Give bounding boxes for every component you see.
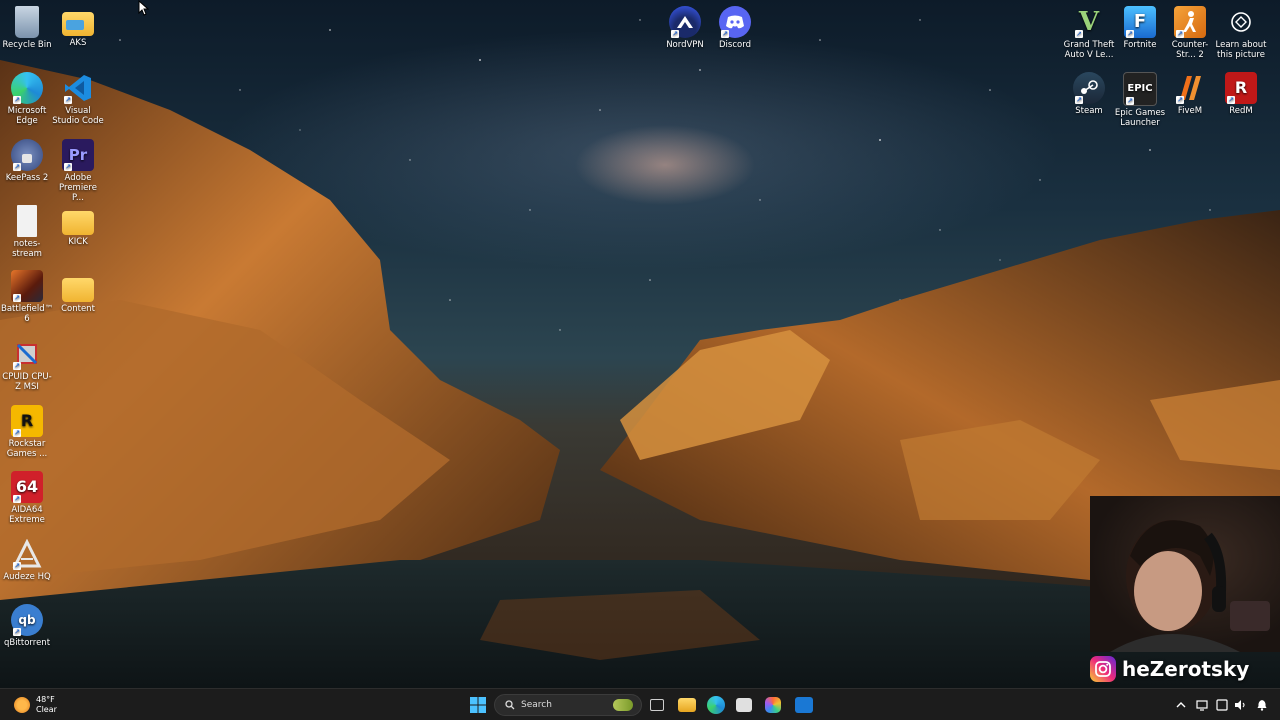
desktop-icon-aida64[interactable]: 64 ↗ AIDA64 Extreme — [1, 471, 53, 525]
desktop-icon-cpuz[interactable]: ↗ CPUID CPU-Z MSI — [1, 338, 53, 392]
tray-network[interactable] — [1196, 695, 1208, 715]
folder-icon — [62, 12, 94, 36]
network-icon — [1196, 700, 1208, 711]
cs2-icon: ↗ — [1174, 6, 1206, 38]
desktop-background: Recycle Bin AKS ↗ Microsoft Edge ↗ Visua… — [0, 0, 1280, 688]
text-file-icon — [17, 205, 37, 237]
keepass-icon: ↗ — [11, 139, 43, 171]
search-highlight-icon — [613, 699, 633, 711]
taskbar-file-explorer[interactable] — [678, 695, 696, 715]
steam-icon: ↗ — [1073, 72, 1105, 104]
streamer-silhouette — [1110, 520, 1270, 652]
taskbar-edge[interactable] — [707, 695, 725, 715]
desktop-icon-counter-strike[interactable]: ↗ Counter-Str... 2 — [1164, 6, 1216, 60]
microsoft-store-icon — [736, 698, 752, 712]
desktop-icon-audeze[interactable]: ↗ Audeze HQ — [1, 538, 53, 582]
desktop-icon-kick[interactable]: KICK — [52, 205, 104, 247]
gta-icon: V ↗ — [1075, 7, 1100, 38]
fivem-icon: ↗ — [1174, 72, 1206, 104]
learn-picture-icon — [1225, 6, 1257, 38]
aida64-icon: 64 ↗ — [11, 471, 43, 503]
fortnite-icon: F ↗ — [1124, 6, 1156, 38]
windows-logo-icon — [470, 697, 486, 713]
instagram-icon — [1090, 656, 1116, 682]
taskbar-microsoft-store[interactable] — [736, 695, 752, 715]
cpuz-icon: ↗ — [11, 338, 43, 370]
search-icon — [505, 700, 515, 710]
vscode-icon: ↗ — [62, 72, 94, 104]
edge-icon — [707, 696, 725, 714]
desktop-icon-rockstar[interactable]: R ↗ Rockstar Games ... — [1, 405, 53, 459]
edge-icon: ↗ — [11, 72, 43, 104]
battlefield-icon: ↗ — [11, 270, 43, 302]
desktop-icon-nordvpn[interactable]: ↗ NordVPN — [659, 6, 711, 50]
taskbar-task-view[interactable] — [650, 695, 664, 715]
folder-icon — [62, 278, 94, 302]
copilot-icon — [765, 697, 781, 713]
instagram-handle: heZerotsky — [1122, 657, 1250, 681]
desktop-icon-gta[interactable]: V ↗ Grand Theft Auto V Le... — [1063, 6, 1115, 60]
desktop-icon-fortnite[interactable]: F ↗ Fortnite — [1114, 6, 1166, 50]
weather-condition: Clear — [36, 705, 57, 714]
desktop-icon-epic-games[interactable]: EPIC ↗ Epic Games Launcher — [1114, 72, 1166, 128]
taskbar-outlook[interactable] — [795, 695, 813, 715]
task-view-icon — [650, 699, 664, 711]
volume-icon — [1235, 700, 1245, 710]
webcam-overlay — [1090, 496, 1280, 652]
tray-display[interactable] — [1216, 695, 1228, 715]
epic-games-icon: EPIC ↗ — [1123, 72, 1157, 106]
audeze-icon: ↗ — [11, 538, 43, 570]
search-placeholder: Search — [521, 700, 552, 710]
desktop-icon-vscode[interactable]: ↗ Visual Studio Code — [52, 72, 104, 126]
taskbar: 48°F Clear Search — [0, 688, 1280, 720]
nordvpn-icon: ↗ — [669, 6, 701, 38]
qbittorrent-icon: qb ↗ — [11, 604, 43, 636]
desktop-icon-steam[interactable]: ↗ Steam — [1063, 72, 1115, 116]
desktop-icon-discord[interactable]: ↗ Discord — [709, 6, 761, 50]
tray-notifications[interactable] — [1256, 695, 1268, 715]
desktop-icon-aks[interactable]: AKS — [52, 6, 104, 48]
desktop-icon-content[interactable]: Content — [52, 272, 104, 314]
outlook-icon — [795, 697, 813, 713]
recycle-bin-icon — [15, 6, 39, 38]
start-button[interactable] — [470, 695, 488, 715]
desktop-icon-recycle-bin[interactable]: Recycle Bin — [1, 6, 53, 50]
desktop-icon-keepass[interactable]: ↗ KeePass 2 — [1, 139, 53, 183]
weather-temperature: 48°F — [36, 695, 55, 704]
desktop-icon-notes-stream[interactable]: notes-stream — [1, 205, 53, 259]
tray-overflow-chevron[interactable] — [1176, 695, 1186, 715]
desktop-icon-redm[interactable]: R ↗ RedM — [1215, 72, 1267, 116]
folder-icon — [62, 211, 94, 235]
desktop-icon-edge[interactable]: ↗ Microsoft Edge — [1, 72, 53, 126]
desktop-icon-battlefield[interactable]: ↗ Battlefield™ 6 — [1, 270, 53, 324]
tray-volume[interactable] — [1234, 695, 1246, 715]
desktop-icon-qbittorrent[interactable]: qb ↗ qBittorrent — [1, 604, 53, 648]
weather-sun-icon — [14, 697, 30, 713]
taskbar-search-box[interactable]: Search — [494, 694, 642, 716]
bell-icon — [1257, 700, 1267, 711]
discord-icon: ↗ — [719, 6, 751, 38]
desktop-icon-learn-about-picture[interactable]: Learn about this picture — [1215, 6, 1267, 60]
chevron-up-icon — [1176, 702, 1186, 708]
taskbar-copilot[interactable] — [765, 695, 781, 715]
instagram-overlay: heZerotsky — [1090, 652, 1249, 686]
mouse-cursor-icon — [138, 0, 150, 16]
desktop-icon-premiere[interactable]: Pr ↗ Adobe Premiere P... — [52, 139, 104, 203]
rockstar-icon: R ↗ — [11, 405, 43, 437]
weather-widget[interactable]: 48°F Clear — [14, 695, 57, 715]
display-icon — [1216, 699, 1228, 711]
redm-icon: R ↗ — [1225, 72, 1257, 104]
file-explorer-icon — [678, 698, 696, 712]
desktop-icon-fivem[interactable]: ↗ FiveM — [1164, 72, 1216, 116]
premiere-icon: Pr ↗ — [62, 139, 94, 171]
